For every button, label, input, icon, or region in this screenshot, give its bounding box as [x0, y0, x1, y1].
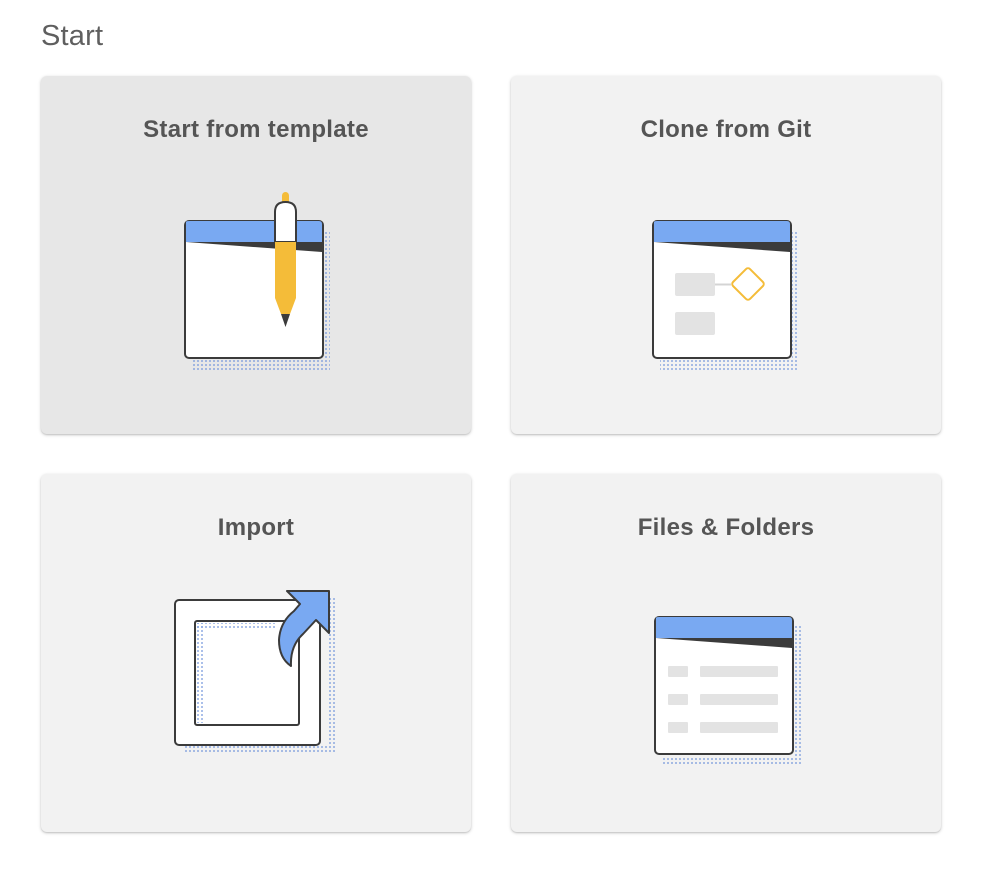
page-title: Start [41, 20, 104, 52]
clone-from-git-card[interactable]: Clone from Git [511, 76, 941, 434]
card-title: Start from template [143, 116, 369, 143]
start-from-template-card[interactable]: Start from template [41, 76, 471, 434]
card-title: Import [217, 514, 295, 541]
card-title: Clone from Git [640, 116, 812, 143]
import-card[interactable]: Import [41, 474, 471, 832]
files-and-folders-card[interactable]: Files & Folders [511, 474, 941, 832]
start-page: Start Start from template Clone from Git [0, 0, 986, 870]
card-title: Files & Folders [637, 514, 815, 541]
